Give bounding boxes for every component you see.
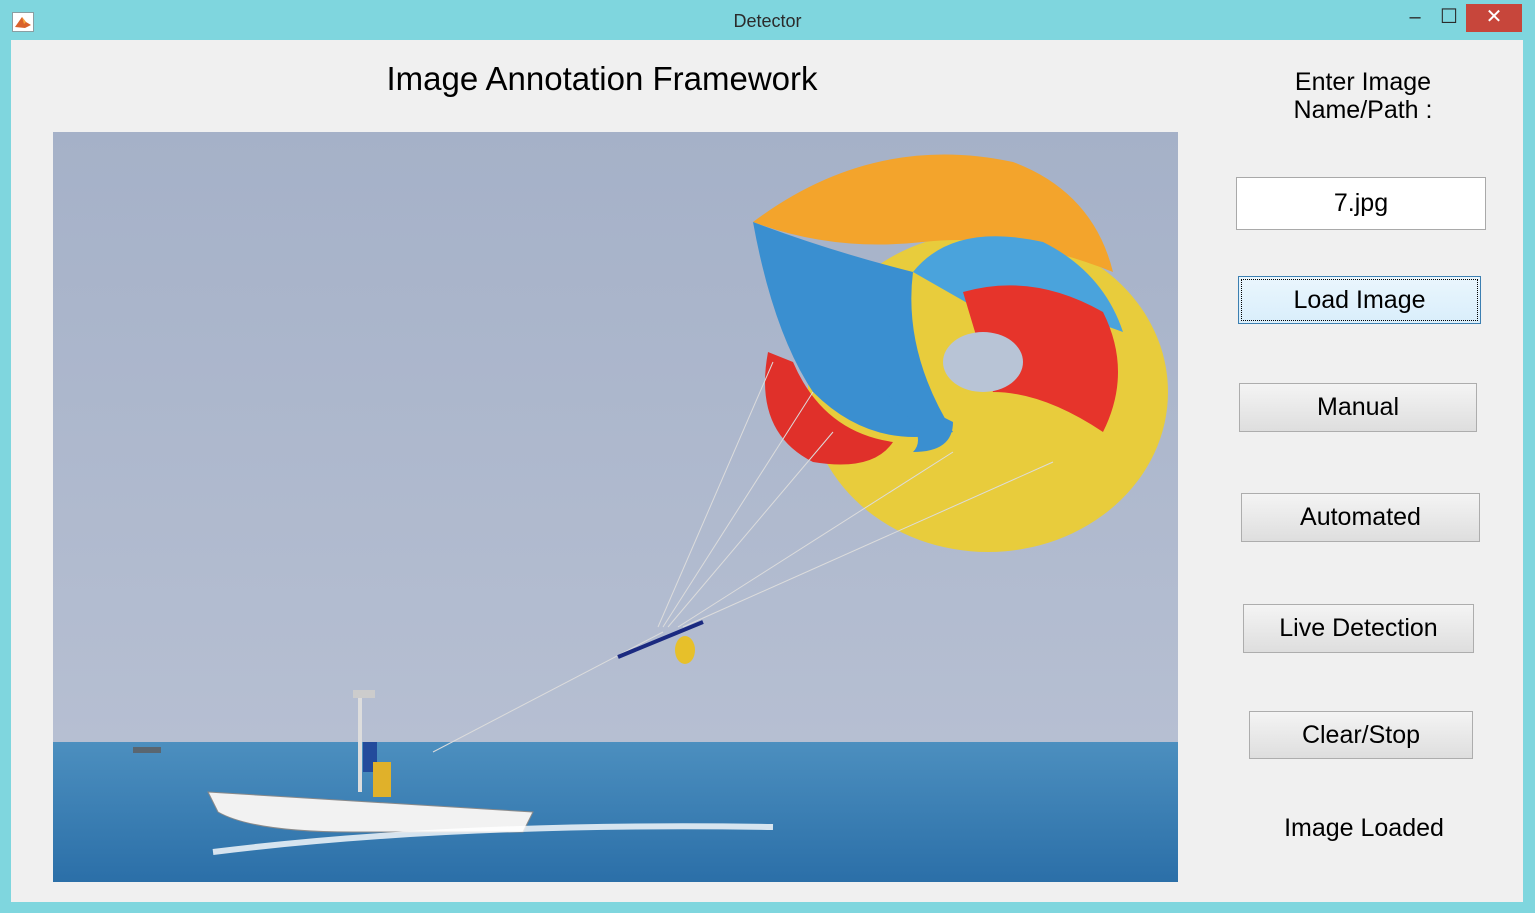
- status-text: Image Loaded: [1284, 814, 1444, 842]
- maximize-button[interactable]: ☐: [1432, 4, 1466, 32]
- parasailer-figure: [675, 636, 695, 664]
- image-display-axes[interactable]: [53, 132, 1178, 882]
- figure-client-area: Image Annotation Framework Enter Image N…: [11, 40, 1523, 902]
- page-title: Image Annotation Framework: [386, 60, 818, 97]
- image-path-label: Enter Image Name/Path :: [1293, 68, 1433, 124]
- image-path-input[interactable]: [1236, 177, 1486, 230]
- parasailing-photo: [53, 132, 1178, 882]
- window-title: Detector: [733, 11, 802, 31]
- close-button[interactable]: ✕: [1466, 4, 1522, 32]
- title-bar[interactable]: Detector – ☐ ✕: [0, 0, 1535, 40]
- live-detection-button[interactable]: Live Detection: [1243, 604, 1474, 653]
- load-image-button[interactable]: Load Image: [1238, 276, 1481, 324]
- manual-button[interactable]: Manual: [1239, 383, 1477, 432]
- detector-window: Detector – ☐ ✕ Image Annotation Framewor…: [0, 0, 1535, 913]
- automated-button[interactable]: Automated: [1241, 493, 1480, 542]
- minimize-button[interactable]: –: [1398, 4, 1432, 32]
- clear-stop-button[interactable]: Clear/Stop: [1249, 711, 1473, 759]
